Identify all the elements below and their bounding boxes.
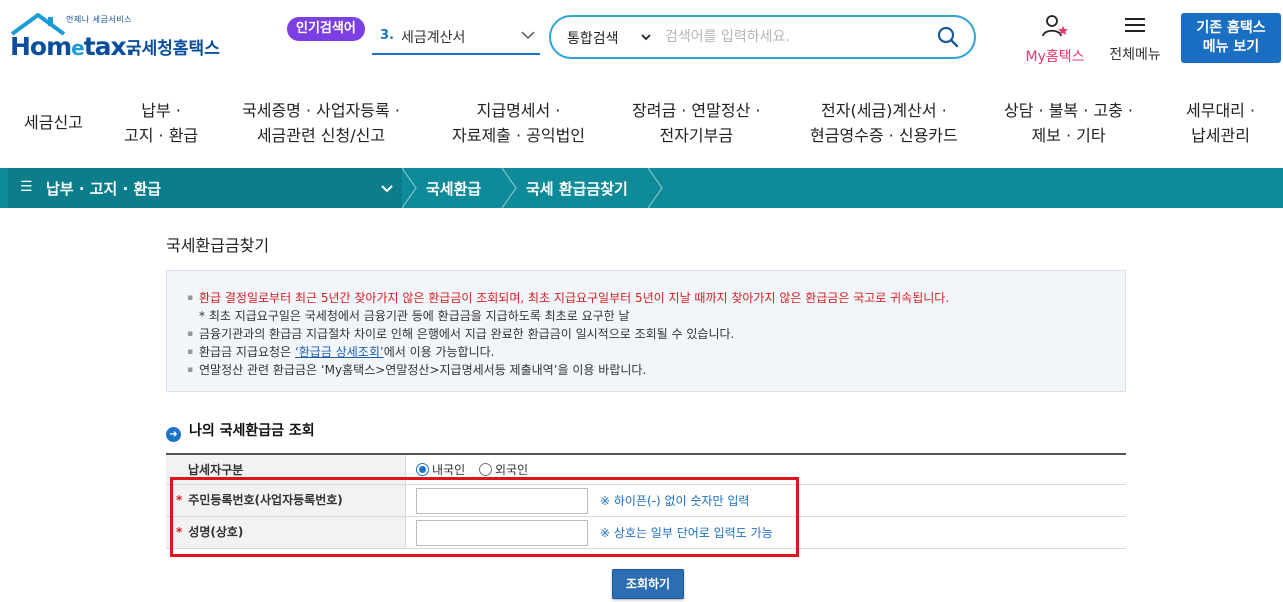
form-row-name: * 성명(상호) ※ 상호는 일부 단어로 입력도 가능 bbox=[166, 517, 1126, 549]
breadcrumb-separator-icon bbox=[648, 168, 663, 208]
logo-wordmark: Hometax. bbox=[10, 32, 135, 61]
domestic-radio[interactable] bbox=[416, 463, 429, 476]
caret-down-icon[interactable] bbox=[641, 27, 651, 47]
notice-item: 연말정산 관련 환급금은 ‘My홈택스>연말정산>지급명세서등 제출내역’을 이… bbox=[187, 361, 1125, 379]
chevron-down-icon[interactable] bbox=[380, 178, 394, 198]
all-menu-button[interactable]: 전체메뉴 bbox=[1103, 14, 1167, 64]
section-title: ➜ 나의 국세환급금 조회 bbox=[166, 420, 315, 442]
taxpayer-type-label: 납세자구분 bbox=[166, 455, 406, 484]
breadcrumb-first[interactable]: 납부 · 고지 · 환급 bbox=[46, 178, 161, 199]
form-row-id: * 주민등록번호(사업자등록번호) ※ 하이픈(-) 없이 숫자만 입력 bbox=[166, 485, 1126, 517]
breadcrumb-separator-icon bbox=[402, 168, 417, 208]
all-menu-label: 전체메뉴 bbox=[1109, 47, 1161, 63]
page-title: 국세환급금찾기 bbox=[166, 236, 270, 255]
form-row-taxpayer-type: 납세자구분 내국인 외국인 bbox=[166, 455, 1126, 485]
search-bar: 통합검색 bbox=[549, 15, 976, 59]
logo-tagline: 언제나 세금서비스 bbox=[66, 15, 132, 24]
my-hometax-label: My홈택스 bbox=[1025, 49, 1085, 65]
nav-tax-agent[interactable]: 세무대리 · 납세관리 bbox=[1186, 98, 1255, 148]
top-header: 언제나 세금서비스 Hometax. 국세청홈택스 인기검색어 3. 세금계산서… bbox=[0, 0, 1283, 80]
breadcrumb-second[interactable]: 국세환급 bbox=[426, 178, 481, 199]
nav-payment-statements[interactable]: 지급명세서 · 자료제출 · 공익법인 bbox=[452, 98, 585, 148]
refund-query-form: 납세자구분 내국인 외국인 * 주민등록번호(사업자등록번호) ※ 하이픈(-) … bbox=[166, 453, 1126, 549]
notice-item: 환급금 지급요청은 ‘환급금 상세조회’에서 이용 가능합니다. bbox=[187, 343, 1125, 361]
hometax-logo[interactable]: 언제나 세금서비스 Hometax. 국세청홈택스 bbox=[8, 12, 228, 68]
hamburger-menu-icon bbox=[1125, 18, 1145, 32]
foreign-radio[interactable] bbox=[478, 463, 492, 476]
nav-payment-refund[interactable]: 납부 · 고지 · 환급 bbox=[124, 98, 198, 148]
nav-consultation-etc[interactable]: 상담 · 불복 · 고충 · 제보 · 기타 bbox=[1004, 98, 1133, 148]
notice-item: 환급 결정일로부터 최근 5년간 찾아가지 않은 환급금이 조회되며, 최초 지… bbox=[187, 289, 1125, 307]
notice-item: 금융기관과의 환급금 지급절차 차이로 인해 은행에서 지급 완료한 환급금이 … bbox=[187, 325, 1125, 343]
query-button[interactable]: 조회하기 bbox=[612, 569, 684, 599]
nav-certificates-registration[interactable]: 국세증명 · 사업자등록 · 세금관련 신청/신고 bbox=[242, 98, 400, 148]
nav-e-invoice-receipts[interactable]: 전자(세금)계산서 · 현금영수증 · 신용카드 bbox=[810, 98, 958, 148]
id-number-hint: ※ 하이픈(-) 없이 숫자만 입력 bbox=[600, 494, 750, 508]
popular-search-badge: 인기검색어 bbox=[287, 17, 365, 41]
taxpayer-type-options: 내국인 외국인 bbox=[406, 455, 1126, 484]
domestic-radio-label[interactable]: 내국인 bbox=[432, 463, 465, 477]
required-mark: * bbox=[176, 525, 183, 539]
breadcrumb: ☰ 납부 · 고지 · 환급 국세환급 국세 환급금찾기 bbox=[0, 168, 1283, 208]
arrow-circle-icon: ➜ bbox=[166, 427, 181, 442]
breadcrumb-current[interactable]: 국세 환급금찾기 bbox=[526, 178, 628, 199]
old-home-line2: 메뉴 보기 bbox=[1202, 39, 1260, 55]
name-label: * 성명(상호) bbox=[166, 517, 406, 548]
notice-box: 환급 결정일로부터 최근 5년간 찾아가지 않은 환급금이 조회되며, 최초 지… bbox=[166, 270, 1126, 392]
logo-korean-name: 국세청홈택스 bbox=[126, 39, 220, 59]
breadcrumb-menu-select[interactable]: ☰ 납부 · 고지 · 환급 bbox=[8, 168, 402, 208]
search-scope-select[interactable]: 통합검색 bbox=[567, 28, 619, 48]
notice-sub-item: * 최초 지급요구일은 국세청에서 금융기관 등에 환급금을 지급하도록 최초로… bbox=[199, 309, 630, 323]
refund-detail-link[interactable]: ‘환급금 상세조회’ bbox=[295, 345, 384, 359]
hometax-page: 언제나 세금서비스 Hometax. 국세청홈택스 인기검색어 3. 세금계산서… bbox=[0, 0, 1283, 602]
menu-lines-icon: ☰ bbox=[20, 179, 33, 195]
chevron-down-icon[interactable] bbox=[520, 27, 536, 43]
old-home-line1: 기존 홈택스 bbox=[1196, 20, 1266, 36]
name-hint: ※ 상호는 일부 단어로 입력도 가능 bbox=[600, 526, 773, 540]
my-hometax-button[interactable]: My홈택스 bbox=[1018, 14, 1092, 66]
required-mark: * bbox=[176, 493, 183, 507]
name-cell: ※ 상호는 일부 단어로 입력도 가능 bbox=[406, 517, 1126, 548]
old-hometax-menu-button[interactable]: 기존 홈택스 메뉴 보기 bbox=[1181, 13, 1281, 63]
user-star-icon bbox=[1042, 15, 1068, 37]
id-number-label: * 주민등록번호(사업자등록번호) bbox=[166, 485, 406, 516]
nav-incentives-yearend[interactable]: 장려금 · 연말정산 · 전자기부금 bbox=[632, 98, 760, 148]
popular-term[interactable]: 세금계산서 bbox=[401, 27, 465, 47]
foreign-radio-label[interactable]: 외국인 bbox=[495, 463, 528, 477]
nav-tax-report[interactable]: 세금신고 bbox=[24, 110, 83, 135]
search-input[interactable] bbox=[665, 26, 925, 48]
id-number-input[interactable] bbox=[416, 488, 588, 514]
popular-search-dropdown[interactable]: 3. 세금계산서 bbox=[372, 21, 540, 55]
id-number-cell: ※ 하이픈(-) 없이 숫자만 입력 bbox=[406, 485, 1126, 516]
search-icon[interactable] bbox=[936, 25, 960, 49]
breadcrumb-separator-icon bbox=[502, 168, 517, 208]
main-navigation: 세금신고 납부 · 고지 · 환급 국세증명 · 사업자등록 · 세금관련 신청/신… bbox=[0, 80, 1283, 168]
popular-rank: 3. bbox=[380, 28, 394, 43]
name-input[interactable] bbox=[416, 520, 588, 546]
